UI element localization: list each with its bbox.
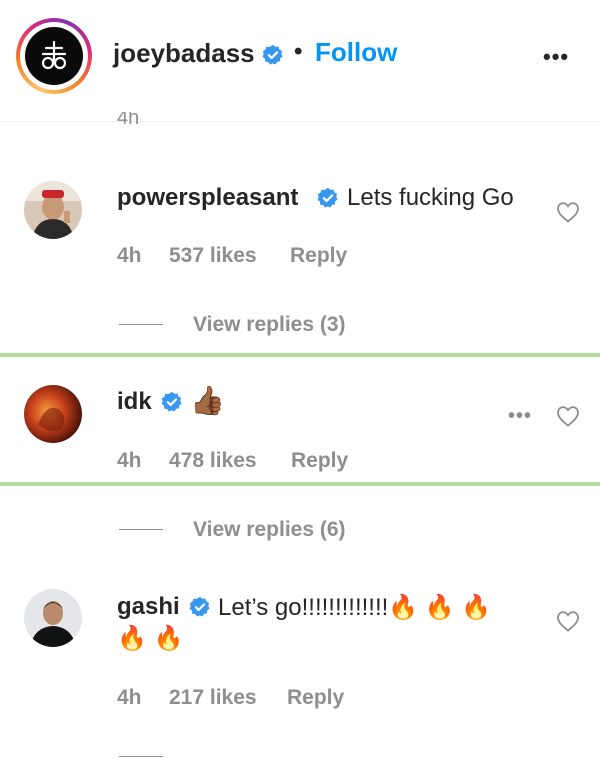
comment-username[interactable]: powerspleasant: [117, 184, 298, 212]
comment-time: 4h: [117, 449, 142, 472]
more-options-icon[interactable]: •••: [543, 44, 569, 70]
comment-likes[interactable]: 478 likes: [169, 449, 257, 473]
reply-button[interactable]: Reply: [291, 449, 348, 473]
profile-avatar[interactable]: [25, 27, 83, 85]
comment-more-options-icon[interactable]: •••: [508, 405, 532, 428]
user-photo-icon: [24, 181, 82, 239]
heart-icon[interactable]: [556, 405, 580, 427]
user-photo-icon: [24, 589, 82, 647]
profile-avatar-ring[interactable]: [16, 18, 92, 94]
follow-button[interactable]: Follow: [315, 37, 397, 68]
post-header: joeybadass • Follow •••: [0, 0, 600, 122]
comment-text-line2: 🔥 🔥: [117, 625, 184, 652]
verified-badge-icon: [317, 187, 338, 208]
sigil-icon: [41, 40, 67, 70]
comment-text: Lets fucking Go: [347, 184, 514, 211]
header-username[interactable]: joeybadass: [113, 38, 255, 69]
comment-text: 👍🏾: [190, 385, 225, 416]
comment-time: 4h: [117, 686, 142, 709]
user-photo-icon: [24, 385, 82, 443]
view-replies-line: [119, 324, 163, 325]
comment-text-line1: Let’s go!!!!!!!!!!!!!🔥 🔥 🔥: [218, 594, 492, 621]
highlight-border-bottom: [0, 482, 600, 486]
view-replies-button[interactable]: View replies (6): [193, 518, 346, 542]
reply-button[interactable]: Reply: [287, 686, 344, 710]
heart-icon[interactable]: [556, 610, 580, 632]
view-replies-line-partial: [119, 756, 163, 757]
verified-badge-icon: [262, 44, 283, 65]
comment-username[interactable]: idk: [117, 388, 152, 416]
verified-badge-icon: [189, 596, 210, 617]
comment-likes[interactable]: 217 likes: [169, 686, 257, 710]
view-replies-button[interactable]: View replies (3): [193, 313, 346, 337]
verified-badge-icon: [161, 391, 182, 412]
comment-likes[interactable]: 537 likes: [169, 244, 257, 268]
reply-button[interactable]: Reply: [290, 244, 347, 268]
comment-avatar-idk[interactable]: [24, 385, 82, 443]
comment-time: 4h: [117, 244, 142, 267]
comment-username[interactable]: gashi: [117, 593, 180, 621]
cut-off-comment-time: 4h: [117, 112, 140, 124]
comment-avatar-gashi[interactable]: [24, 589, 82, 647]
comment-avatar-powerspleasant[interactable]: [24, 181, 82, 239]
highlight-border-top: [0, 353, 600, 357]
header-separator: •: [294, 38, 303, 65]
heart-icon[interactable]: [556, 201, 580, 223]
view-replies-line: [119, 529, 163, 530]
